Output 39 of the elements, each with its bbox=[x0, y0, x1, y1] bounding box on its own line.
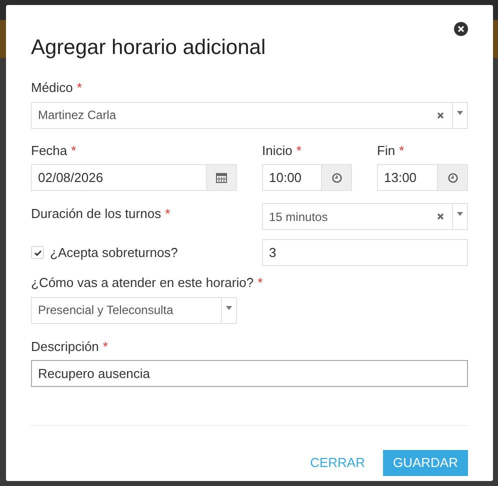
clock-button[interactable] bbox=[438, 164, 468, 191]
calendar-icon bbox=[216, 172, 227, 183]
field-label: Fin bbox=[377, 142, 396, 160]
close-icon bbox=[458, 26, 464, 32]
field-label: Médico bbox=[31, 79, 73, 97]
clear-icon[interactable] bbox=[437, 112, 444, 118]
input-field[interactable]: 13:00 bbox=[377, 164, 438, 191]
dialog-title: Agregar horario adicional bbox=[31, 35, 267, 61]
close-button[interactable] bbox=[454, 22, 468, 36]
input-field[interactable]: 02/08/2026 bbox=[31, 164, 207, 191]
calendar-button[interactable] bbox=[207, 164, 237, 191]
select-field[interactable]: 15 minutos bbox=[262, 203, 468, 230]
caret-icon bbox=[226, 306, 232, 310]
checkbox[interactable] bbox=[31, 246, 44, 259]
input-field[interactable]: 10:00 bbox=[262, 164, 322, 191]
required-mark: * bbox=[76, 79, 82, 97]
checkbox-label: ¿Acepta sobreturnos? bbox=[50, 244, 178, 262]
field-label: Duración de los turnos bbox=[31, 205, 162, 223]
clock-button[interactable] bbox=[322, 164, 352, 191]
clear-icon[interactable] bbox=[437, 213, 444, 220]
field-label: Descripción bbox=[31, 338, 99, 356]
required-mark: * bbox=[258, 274, 263, 292]
field-label: ¿Cómo vas a atender en este horario? bbox=[31, 274, 254, 292]
field-label: Fecha bbox=[31, 142, 68, 160]
required-mark: * bbox=[399, 142, 404, 160]
select-field[interactable]: Martinez Carla bbox=[31, 102, 468, 128]
caret-icon bbox=[457, 110, 463, 114]
input-field[interactable]: Recupero ausencia bbox=[31, 360, 468, 387]
select-field[interactable]: Presencial y Teleconsulta bbox=[31, 296, 237, 324]
field-label: Inicio bbox=[262, 142, 292, 160]
clock-icon bbox=[332, 172, 342, 182]
clock-icon bbox=[448, 172, 458, 182]
required-mark: * bbox=[71, 142, 76, 160]
required-mark: * bbox=[102, 338, 108, 356]
required-mark: * bbox=[165, 205, 170, 223]
required-mark: * bbox=[296, 142, 302, 160]
input-field[interactable]: 3 bbox=[262, 239, 468, 266]
check-icon bbox=[34, 250, 42, 256]
caret-icon bbox=[457, 212, 463, 216]
